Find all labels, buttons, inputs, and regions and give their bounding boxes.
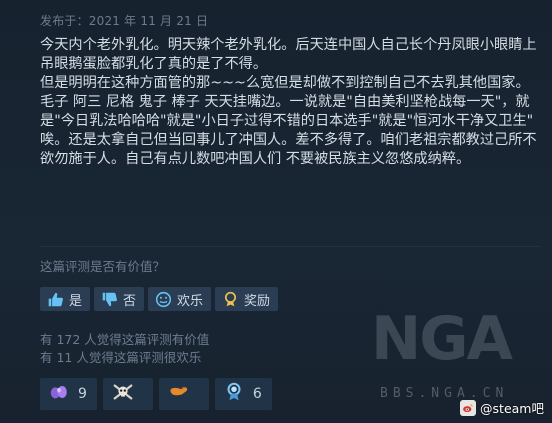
- review-paragraph: 但是明明在这种方面管的那~~~么宽但是却做不到控制自己不去乳其他国家。毛子 阿三…: [40, 75, 534, 129]
- award-count: 9: [78, 386, 87, 402]
- review-card: 发布于：2021 年 11 月 21 日 今天内个老外乳化。明天辣个老外乳化。后…: [0, 0, 552, 423]
- weibo-logo-icon: [460, 399, 477, 416]
- award-item[interactable]: 6: [214, 378, 272, 410]
- award-count: 6: [252, 386, 262, 402]
- review-stats: 有 172 人觉得这篇评测有价值 有 11 人觉得这篇评测很欢乐: [40, 331, 209, 367]
- thumbs-up-icon: [46, 290, 64, 308]
- award-item[interactable]: [102, 378, 153, 410]
- vote-no-button[interactable]: 否: [94, 287, 145, 311]
- smiley-icon: [154, 290, 172, 308]
- bone-skull-award-icon: [112, 381, 134, 407]
- divider: [40, 246, 540, 247]
- helpful-question: 这篇评测是否有价值？: [40, 259, 166, 274]
- thumbs-down-icon: [100, 290, 118, 308]
- vote-buttons: 是 否 欢乐 奖励: [40, 287, 279, 311]
- award-item[interactable]: 9: [40, 378, 97, 410]
- award-label: 奖励: [244, 293, 271, 309]
- review-paragraph: 唉。还是太拿自己但当回事儿了冲国人。差不多得了。咱们老祖宗都教过己所不欲勿施于人…: [40, 132, 537, 167]
- review-body: 今天内个老外乳化。明天辣个老外乳化。后天连中国人自己长个丹凤眼小眼睛上吊眼鹅蛋脸…: [40, 36, 540, 169]
- award-ribbon-icon: [221, 290, 239, 308]
- vote-funny-label: 欢乐: [177, 293, 204, 309]
- vote-yes-label: 是: [69, 293, 83, 309]
- nga-watermark-logo: NGA: [371, 304, 513, 374]
- vote-no-label: 否: [123, 293, 137, 309]
- helpful-count: 有 172 人觉得这篇评测有价值: [40, 332, 210, 347]
- vote-yes-button[interactable]: 是: [40, 287, 91, 311]
- purple-hands-award-icon: [48, 381, 70, 407]
- vote-funny-button[interactable]: 欢乐: [148, 287, 212, 311]
- blue-medal-award-icon: [223, 381, 245, 407]
- award-button[interactable]: 奖励: [215, 287, 279, 311]
- funny-count: 有 11 人觉得这篇评测很欢乐: [40, 350, 202, 365]
- posted-date: 发布于：2021 年 11 月 21 日: [40, 14, 209, 28]
- orange-arm-award-icon: [168, 381, 190, 407]
- review-paragraph: 今天内个老外乳化。明天辣个老外乳化。后天连中国人自己长个丹凤眼小眼睛上吊眼鹅蛋脸…: [40, 37, 537, 72]
- awards-row: 9 6: [40, 378, 272, 410]
- weibo-watermark: @steam吧: [460, 398, 544, 417]
- award-item[interactable]: [158, 378, 209, 410]
- weibo-handle: @steam吧: [480, 401, 544, 416]
